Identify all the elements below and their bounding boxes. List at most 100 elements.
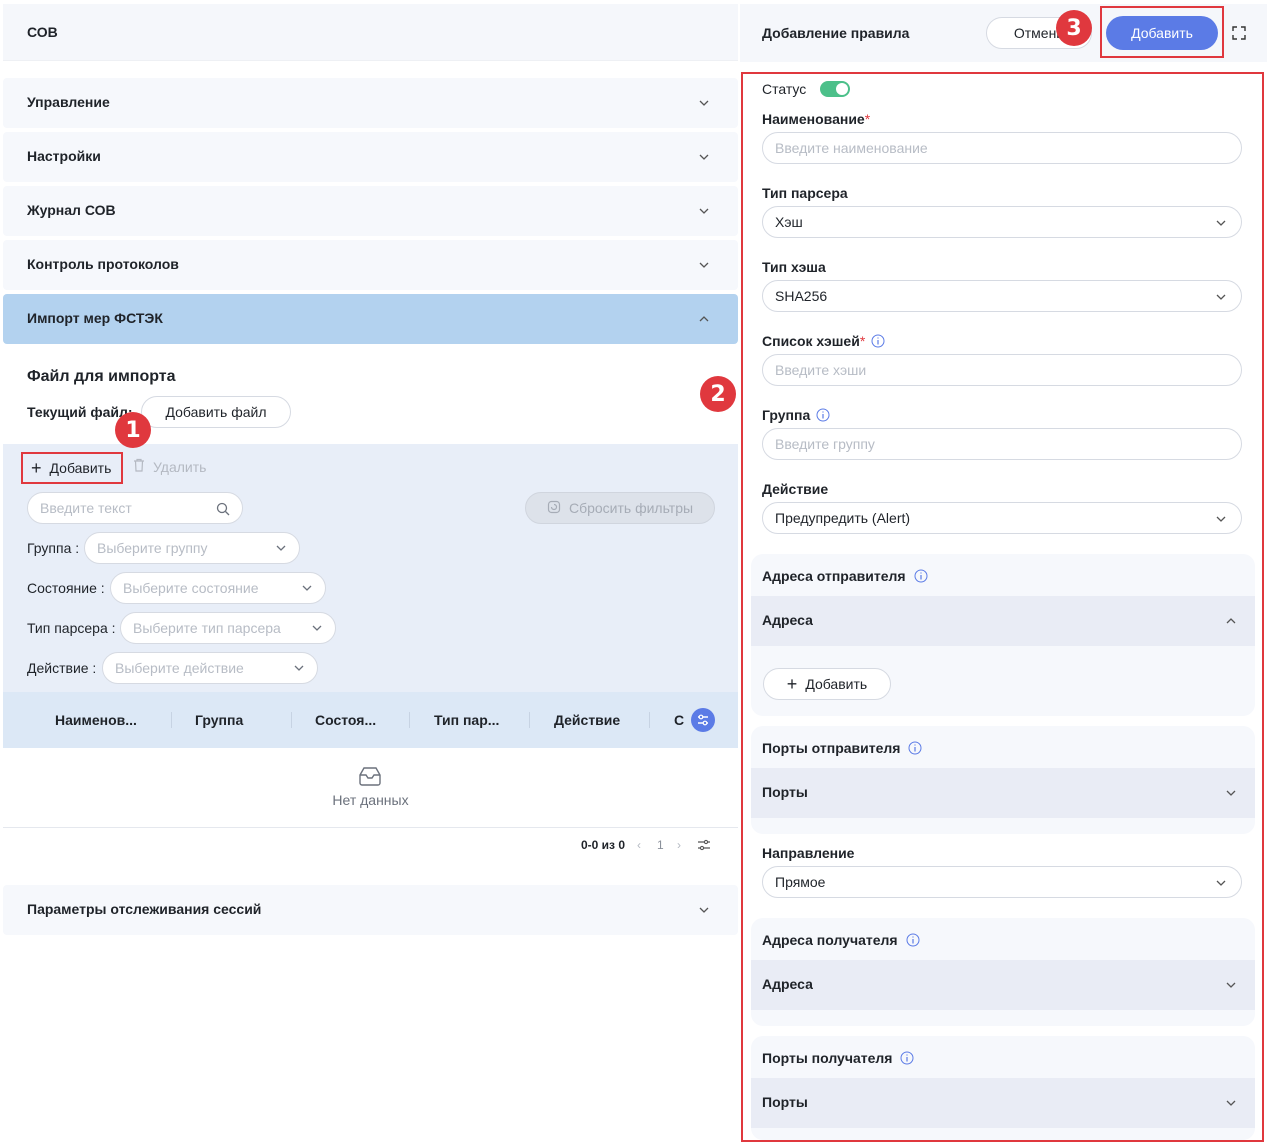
receiver-ports-card: Порты получателя Порты — [751, 1036, 1255, 1140]
sender-addresses-card: Адреса отправителя Адреса + Добавить — [751, 554, 1255, 716]
trash-icon — [133, 458, 145, 475]
pager-page[interactable]: 1 — [657, 838, 664, 852]
chevron-down-icon — [1215, 877, 1227, 889]
add-rule-label: Добавить — [49, 460, 112, 476]
hash-list-input[interactable]: Введите хэши — [762, 354, 1242, 386]
name-input[interactable]: Введите наименование — [762, 132, 1242, 164]
pager-next-icon[interactable]: › — [677, 838, 681, 852]
chevron-up-icon — [1225, 615, 1237, 627]
sender-addresses-title: Адреса отправителя — [762, 568, 928, 586]
column-group[interactable]: Группа — [195, 712, 243, 728]
pager-range: 0-0 из 0 — [581, 838, 626, 852]
action-select[interactable]: Предупредить (Alert) — [762, 502, 1242, 534]
add-address-button[interactable]: + Добавить — [763, 668, 891, 700]
left-title: СОВ — [27, 24, 58, 40]
filter-action-select[interactable]: Выберите действие — [102, 652, 318, 684]
left-panel: СОВ Управление Настройки Журнал СОВ Конт… — [3, 4, 738, 1145]
direction-select[interactable]: Прямое — [762, 866, 1242, 898]
chevron-down-icon — [698, 205, 710, 217]
receiver-ports-subaccordion[interactable]: Порты — [751, 1078, 1255, 1128]
ports-label: Порты — [762, 1094, 808, 1110]
accordion-label: Импорт мер ФСТЭК — [27, 310, 163, 326]
accordion-label: Параметры отслеживания сессий — [27, 901, 262, 917]
inbox-icon — [357, 766, 383, 789]
filter-state-placeholder: Выберите состояние — [123, 580, 259, 596]
hash-type-select[interactable]: SHA256 — [762, 280, 1242, 312]
parser-type-value: Хэш — [775, 214, 803, 230]
add-file-button[interactable]: Добавить файл — [141, 396, 291, 428]
receiver-ports-title: Порты получателя — [762, 1050, 914, 1068]
chevron-down-icon — [1225, 787, 1237, 799]
hash-list-placeholder: Введите хэши — [775, 362, 867, 378]
column-action[interactable]: Действие — [554, 712, 620, 728]
filter-parser-select[interactable]: Выберите тип парсера — [120, 612, 336, 644]
parser-type-label: Тип парсера — [762, 185, 848, 201]
column-divider — [291, 712, 292, 728]
info-icon[interactable] — [908, 741, 922, 758]
group-input[interactable]: Введите группу — [762, 428, 1242, 460]
info-icon[interactable] — [816, 408, 830, 425]
file-import-title: Файл для импорта — [27, 368, 176, 385]
addresses-label: Адреса — [762, 612, 813, 628]
column-parser-type[interactable]: Тип пар... — [434, 712, 499, 728]
filter-parser-placeholder: Выберите тип парсера — [133, 620, 281, 636]
direction-value: Прямое — [775, 874, 826, 890]
column-settings-icon[interactable] — [691, 708, 715, 732]
receiver-addresses-card: Адреса получателя Адреса — [751, 918, 1255, 1026]
delete-label: Удалить — [153, 458, 207, 475]
column-divider — [529, 712, 530, 728]
addresses-subaccordion[interactable]: Адреса — [751, 596, 1255, 646]
fstec-import-content: Файл для импорта Текущий файл: Добавить … — [3, 344, 738, 884]
info-icon[interactable] — [871, 334, 885, 351]
filter-parser-label: Тип парсера : — [27, 620, 116, 636]
name-placeholder: Введите наименование — [775, 140, 928, 156]
accordion-session-tracking[interactable]: Параметры отслеживания сессий — [3, 885, 738, 935]
accordion-settings[interactable]: Настройки — [3, 132, 738, 182]
plus-icon: + — [31, 458, 42, 478]
accordion-ids-journal[interactable]: Журнал СОВ — [3, 186, 738, 236]
delete-button[interactable]: Удалить — [133, 458, 206, 475]
sender-ports-title: Порты отправителя — [762, 740, 922, 758]
hash-type-value: SHA256 — [775, 288, 828, 304]
filter-group-placeholder: Выберите группу — [97, 540, 208, 556]
filter-group-select[interactable]: Выберите группу — [84, 532, 300, 564]
column-state[interactable]: Состоя... — [315, 712, 376, 728]
current-file-label: Текущий файл: — [27, 404, 133, 420]
chevron-down-icon — [1215, 217, 1227, 229]
empty-text: Нет данных — [332, 792, 409, 808]
ports-subaccordion[interactable]: Порты — [751, 768, 1255, 818]
search-placeholder: Введите текст — [40, 500, 132, 516]
accordion-protocol-control[interactable]: Контроль протоколов — [3, 240, 738, 290]
parser-type-select[interactable]: Хэш — [762, 206, 1242, 238]
search-input[interactable]: Введите текст — [27, 492, 243, 524]
info-icon[interactable] — [914, 569, 928, 586]
accordion-management[interactable]: Управление — [3, 78, 738, 128]
filter-action-label: Действие : — [27, 660, 97, 676]
column-status[interactable]: С — [674, 712, 684, 728]
accordion-fstec-import[interactable]: Импорт мер ФСТЭК — [3, 294, 738, 344]
group-placeholder: Введите группу — [775, 436, 875, 452]
pager-prev-icon[interactable]: ‹ — [637, 838, 641, 852]
receiver-addresses-subaccordion[interactable]: Адреса — [751, 960, 1255, 1010]
reset-icon — [547, 500, 561, 517]
chevron-down-icon — [698, 97, 710, 109]
pager-settings-icon[interactable] — [697, 839, 711, 854]
accordion-label: Журнал СОВ — [27, 202, 116, 218]
fullscreen-icon[interactable] — [1231, 25, 1247, 44]
submit-add-button[interactable]: Добавить — [1106, 16, 1218, 50]
sender-ports-card: Порты отправителя Порты — [751, 726, 1255, 834]
accordion-label: Настройки — [27, 148, 101, 164]
chevron-down-icon — [293, 662, 305, 674]
chevron-down-icon — [301, 582, 313, 594]
column-name[interactable]: Наименов... — [55, 712, 137, 728]
add-rule-button[interactable]: + Добавить — [21, 452, 123, 484]
info-icon[interactable] — [906, 933, 920, 950]
info-icon[interactable] — [900, 1051, 914, 1068]
filter-state-select[interactable]: Выберите состояние — [110, 572, 326, 604]
reset-filters-button[interactable]: Сбросить фильтры — [525, 492, 715, 524]
status-toggle[interactable] — [820, 81, 851, 97]
chevron-down-icon — [275, 542, 287, 554]
filter-state-label: Состояние : — [27, 580, 105, 596]
receiver-addresses-title: Адреса получателя — [762, 932, 920, 950]
left-header: СОВ — [3, 4, 738, 61]
